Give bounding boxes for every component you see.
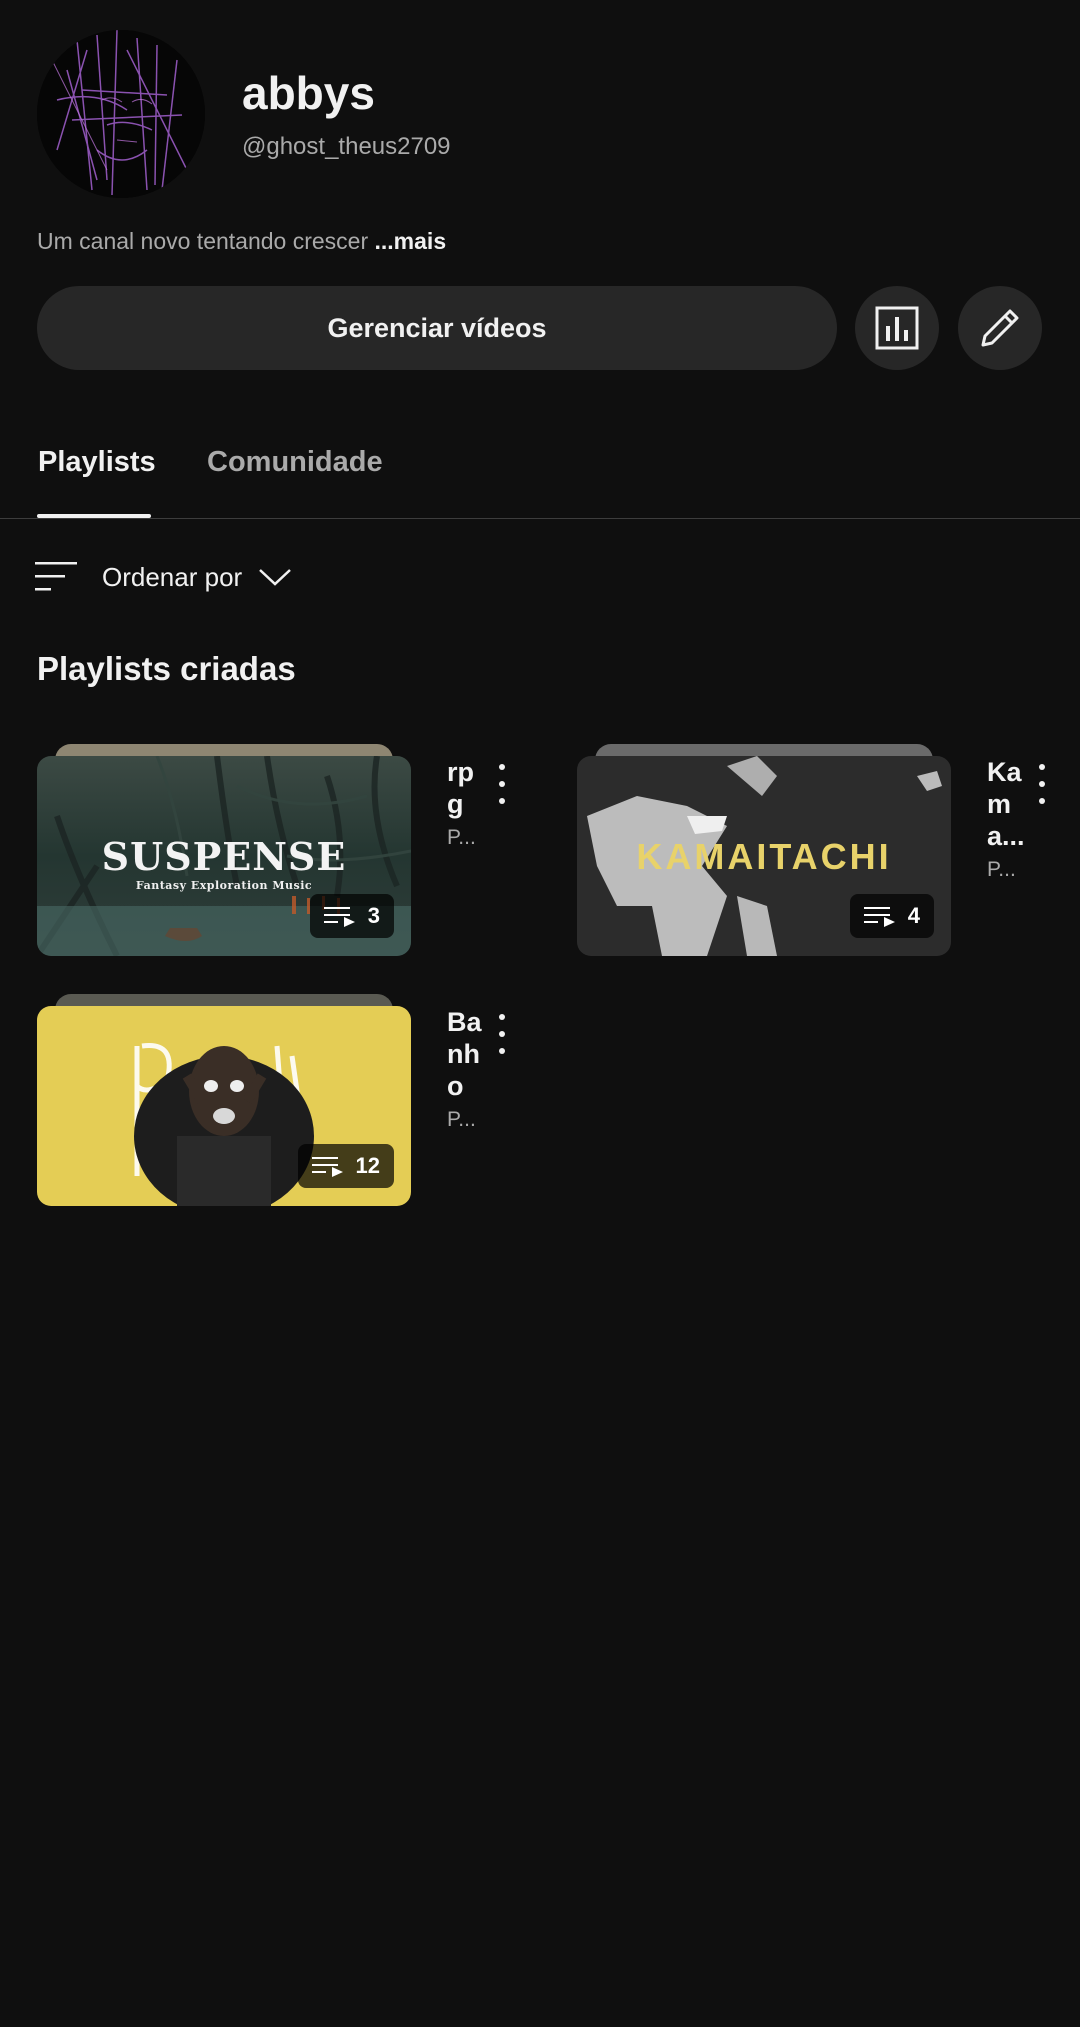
video-count: 4 xyxy=(907,903,920,928)
playlist-icon xyxy=(323,907,355,927)
tab-comunidade[interactable]: Comunidade xyxy=(207,446,383,479)
tabs-divider xyxy=(0,518,1080,519)
video-count: 12 xyxy=(355,1153,380,1178)
chevron-down-icon xyxy=(259,569,292,586)
thumbnail-title: KAMAITACHI xyxy=(636,836,892,877)
playlist-subtitle: P... xyxy=(987,858,1016,881)
thumbnail-subtitle: Fantasy Exploration Music xyxy=(135,879,313,892)
playlist-title[interactable]: Banho xyxy=(447,1006,483,1102)
more-options-icon[interactable] xyxy=(492,764,512,804)
analytics-button[interactable] xyxy=(855,286,939,370)
video-count: 3 xyxy=(367,903,380,928)
video-count-badge: 3 xyxy=(309,894,394,938)
avatar-image xyxy=(37,30,205,198)
more-options-icon[interactable] xyxy=(1032,764,1052,804)
edit-channel-button[interactable] xyxy=(958,286,1042,370)
channel-description[interactable]: Um canal novo tentando crescer ...mais xyxy=(37,228,446,255)
description-text: Um canal novo tentando crescer xyxy=(37,228,369,254)
playlist-icon xyxy=(863,907,895,927)
playlist-title[interactable]: rpg xyxy=(447,756,481,820)
more-options-icon[interactable] xyxy=(492,1014,512,1054)
playlist-subtitle: P... xyxy=(447,826,476,849)
manage-videos-button[interactable]: Gerenciar vídeos xyxy=(37,286,837,370)
video-count-badge: 12 xyxy=(297,1144,394,1188)
channel-avatar[interactable] xyxy=(37,30,205,198)
video-count-badge: 4 xyxy=(849,894,934,938)
description-more-link[interactable]: ...mais xyxy=(375,228,447,254)
pencil-icon xyxy=(981,309,1019,347)
sort-dropdown[interactable]: Ordenar por xyxy=(34,556,292,598)
playlist-card-rpg[interactable]: SUSPENSE Fantasy Exploration Music 3 rpg… xyxy=(37,742,557,956)
channel-handle: @ghost_theus2709 xyxy=(242,133,451,160)
bar-chart-icon xyxy=(875,306,919,350)
thumbnail-title: SUSPENSE xyxy=(101,834,347,879)
playlist-card-kamaitachi[interactable]: KAMAITACHI 4 Kama... P... xyxy=(577,742,1077,956)
playlist-thumbnail[interactable]: 12 xyxy=(37,1006,411,1206)
playlist-subtitle: P... xyxy=(447,1108,476,1131)
playlist-title[interactable]: Kama... xyxy=(987,756,1025,852)
channel-name: abbys xyxy=(242,67,375,119)
sort-label: Ordenar por xyxy=(102,561,243,592)
section-title: Playlists criadas xyxy=(37,650,296,687)
playlist-card-banho[interactable]: 12 Banho P... xyxy=(37,992,557,1206)
playlist-thumbnail[interactable]: KAMAITACHI 4 xyxy=(577,756,951,956)
sort-icon xyxy=(35,562,77,591)
playlist-thumbnail[interactable]: SUSPENSE Fantasy Exploration Music 3 xyxy=(37,756,411,956)
playlist-icon xyxy=(311,1157,343,1177)
tab-playlists[interactable]: Playlists xyxy=(38,446,156,479)
